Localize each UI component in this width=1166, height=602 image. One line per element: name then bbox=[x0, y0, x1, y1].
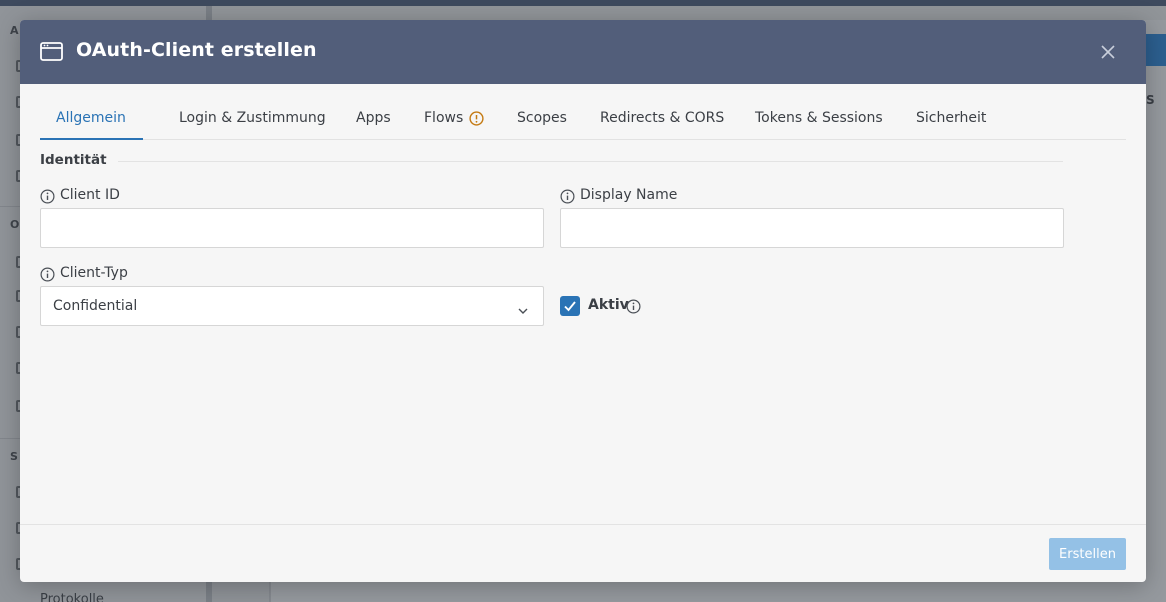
active-checkbox[interactable] bbox=[560, 296, 580, 316]
tab-tokens-sessions[interactable]: Tokens & Sessions bbox=[755, 102, 883, 140]
create-button[interactable]: Erstellen bbox=[1049, 538, 1126, 570]
dialog-header: OAuth-Client erstellen bbox=[20, 20, 1146, 84]
sidebar-section-letter: O bbox=[10, 218, 20, 231]
display-name-label: Display Name bbox=[580, 187, 678, 203]
dialog-title: OAuth-Client erstellen bbox=[76, 39, 317, 61]
checkmark-icon bbox=[564, 301, 576, 312]
display-name-input[interactable] bbox=[560, 208, 1064, 248]
section-title: Identität bbox=[40, 152, 107, 168]
tab-allgemein[interactable]: Allgemein bbox=[56, 102, 126, 140]
section-divider bbox=[118, 161, 1063, 162]
tab-apps[interactable]: Apps bbox=[356, 102, 391, 140]
chevron-down-icon bbox=[517, 301, 529, 314]
active-label: Aktiv bbox=[588, 297, 629, 313]
info-icon bbox=[40, 189, 55, 204]
client-id-label: Client ID bbox=[60, 187, 120, 203]
info-icon bbox=[626, 299, 641, 314]
create-oauth-client-dialog: OAuth-Client erstellen Allgemein Login &… bbox=[20, 20, 1146, 582]
sidebar-section-letter: S bbox=[10, 450, 18, 463]
warning-icon bbox=[469, 111, 484, 126]
info-icon bbox=[40, 267, 55, 282]
tab-scopes[interactable]: Scopes bbox=[517, 102, 567, 140]
app-column-header: S bbox=[1146, 93, 1155, 107]
close-icon[interactable] bbox=[1098, 42, 1118, 62]
client-type-label: Client-Typ bbox=[60, 265, 128, 281]
info-icon bbox=[560, 189, 575, 204]
tab-bar: Allgemein Login & Zustimmung Apps Flows … bbox=[40, 102, 1126, 140]
tab-flows[interactable]: Flows bbox=[424, 102, 463, 140]
tab-sicherheit[interactable]: Sicherheit bbox=[916, 102, 986, 140]
tab-redirects-cors[interactable]: Redirects & CORS bbox=[600, 102, 724, 140]
sidebar-section-letter: A bbox=[10, 24, 19, 37]
active-tab-indicator bbox=[40, 138, 143, 140]
tab-login-zustimmung[interactable]: Login & Zustimmung bbox=[179, 102, 326, 140]
client-type-value: Confidential bbox=[53, 298, 138, 314]
client-id-input[interactable] bbox=[40, 208, 544, 248]
client-type-select[interactable]: Confidential bbox=[40, 286, 544, 326]
window-icon bbox=[40, 42, 63, 61]
sidebar-item-label: Protokolle bbox=[40, 592, 104, 602]
footer-divider bbox=[20, 524, 1146, 525]
